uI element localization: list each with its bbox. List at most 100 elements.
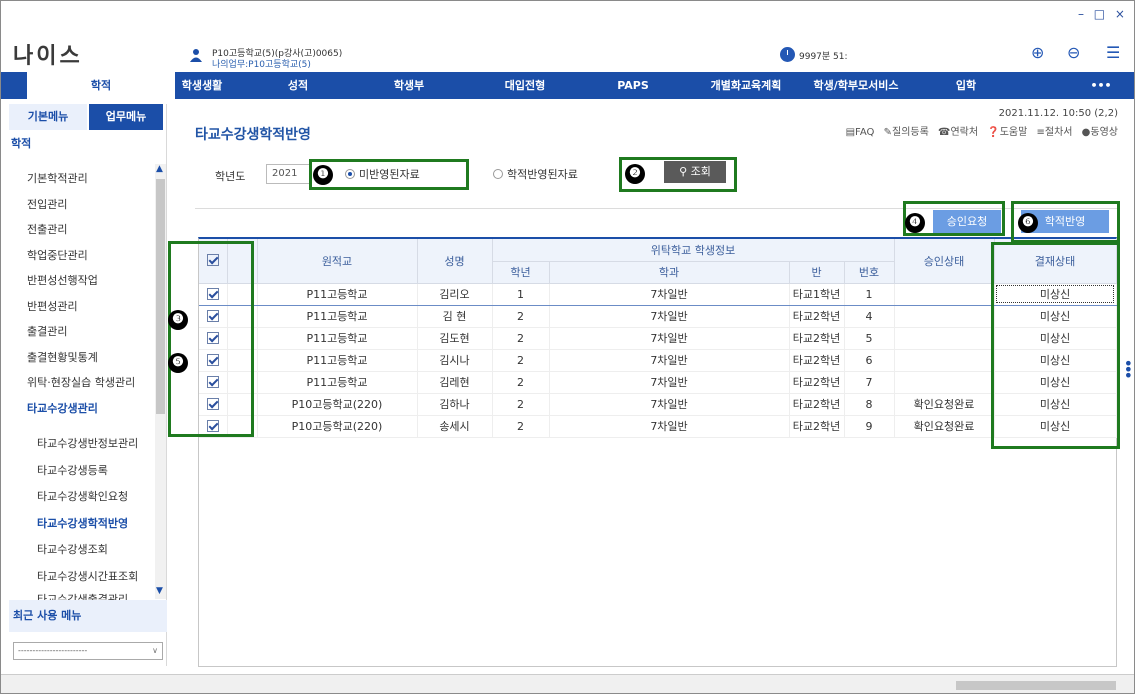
sidebar-item[interactable]: 출결관리 xyxy=(9,319,155,345)
annotation-box-checkboxes xyxy=(168,241,254,437)
faq-link[interactable]: ▤FAQ xyxy=(846,127,875,138)
nav-item-iep[interactable]: 개별화교육계획 xyxy=(701,72,791,99)
submenu-item[interactable]: 타교수강생시간표조회 xyxy=(9,564,155,591)
nav-more-button[interactable]: ••• xyxy=(1081,72,1121,99)
clock-icon xyxy=(780,47,795,62)
submenu-item[interactable]: 타교수강생반정보관리 xyxy=(9,431,155,458)
contact-link[interactable]: ☎연락처 xyxy=(938,127,978,138)
cell-approval xyxy=(894,327,995,350)
cell-dept: 7차일반 xyxy=(549,327,790,350)
table-row[interactable]: P11고등학교 김도현 2 7차일반 타교2학년 5 미상신 xyxy=(199,327,1117,350)
recent-menu-header: 최근 사용 메뉴 xyxy=(9,600,167,632)
recent-menu-select[interactable]: ------------------------ ∨ xyxy=(13,642,163,660)
cell-grade: 1 xyxy=(492,283,550,306)
submenu-item[interactable]: 타교수강생등록 xyxy=(9,458,155,485)
cell-name: 김리오 xyxy=(417,283,493,306)
cell-dept: 7차일반 xyxy=(549,393,790,416)
sidebar: 기본메뉴 업무메뉴 학적 기본학적관리 전입관리 전출관리 학업중단관리 반편성… xyxy=(9,104,167,666)
zoom-out-icon[interactable]: ⊖ xyxy=(1067,43,1080,62)
sidebar-item-transfer-students[interactable]: 타교수강생관리 xyxy=(9,396,155,422)
header-num: 번호 xyxy=(844,261,895,284)
scroll-down-icon[interactable]: ▼ xyxy=(156,586,163,596)
cell-name: 김시나 xyxy=(417,349,493,372)
sidebar-item[interactable]: 전입관리 xyxy=(9,192,155,218)
side-handle-icon[interactable]: • • • xyxy=(1124,356,1133,384)
nav-item-student-life[interactable]: 학생생활 xyxy=(171,72,233,99)
cell-school: P11고등학교 xyxy=(257,371,418,394)
sidebar-item[interactable]: 위탁·현장실습 학생관리 xyxy=(9,370,155,396)
year-input[interactable]: 2021 xyxy=(266,164,311,184)
question-link[interactable]: ✎질의등록 xyxy=(884,127,929,138)
current-task[interactable]: 나의업무:P10고등학교(5) xyxy=(212,57,311,70)
zoom-in-icon[interactable]: ⊕ xyxy=(1031,43,1044,62)
nav-item-admission[interactable]: 입학 xyxy=(941,72,991,99)
procedure-link[interactable]: ≡절차서 xyxy=(1037,127,1073,138)
horizontal-scrollbar[interactable] xyxy=(1,674,1134,693)
sidebar-category[interactable]: 학적 xyxy=(9,134,169,154)
header-class: 반 xyxy=(789,261,845,284)
cell-class: 타교2학년 xyxy=(789,349,845,372)
submenu-item[interactable]: 타교수강생확인요청 xyxy=(9,484,155,511)
radio-reflected[interactable]: 학적반영된자료 xyxy=(493,166,578,182)
cell-approval xyxy=(894,371,995,394)
cell-class: 타교1학년 xyxy=(789,283,845,306)
nav-item-academic[interactable]: 학적 xyxy=(27,72,175,99)
cell-class: 타교2학년 xyxy=(789,371,845,394)
cell-name: 김도현 xyxy=(417,327,493,350)
cell-num: 7 xyxy=(844,371,895,394)
cell-grade: 2 xyxy=(492,415,550,438)
help-toolbar: ▤FAQ ✎질의등록 ☎연락처 ❓도움말 ≡절차서 ●동영상 xyxy=(840,123,1118,138)
session-timer: 9997분 51: xyxy=(799,52,848,62)
cell-class: 타교2학년 xyxy=(789,327,845,350)
cell-grade: 2 xyxy=(492,349,550,372)
cell-dept: 7차일반 xyxy=(549,349,790,372)
help-link[interactable]: ❓도움말 xyxy=(987,127,1027,138)
sidebar-item[interactable]: 반편성선행작업 xyxy=(9,268,155,294)
submenu-item-current[interactable]: 타교수강생학적반영 xyxy=(9,511,155,538)
scroll-up-icon[interactable]: ▲ xyxy=(156,164,163,174)
chevron-down-icon: ∨ xyxy=(152,646,158,655)
sidebar-item[interactable]: 학업중단관리 xyxy=(9,243,155,269)
top-navigation: 학적 학생생활 성적 학생부 대입전형 PAPS 개별화교육계획 학생/학부모서… xyxy=(1,72,1134,99)
student-table: 원적교 성명 위탁학교 학생정보 승인상태 결재상태 학년 학과 반 번호 P1… xyxy=(198,237,1117,667)
submenu-item[interactable]: 타교수강생조회 xyxy=(9,537,155,564)
tab-basic-menu[interactable]: 기본메뉴 xyxy=(9,104,87,130)
header-group: 위탁학교 학생정보 xyxy=(492,239,895,262)
nav-item-paps[interactable]: PAPS xyxy=(605,72,661,99)
tab-work-menu[interactable]: 업무메뉴 xyxy=(89,104,163,130)
sidebar-item[interactable]: 출결현황및통계 xyxy=(9,345,155,371)
sidebar-scroll-thumb[interactable] xyxy=(156,179,165,414)
nav-item-records[interactable]: 학생부 xyxy=(381,72,437,99)
cell-num: 4 xyxy=(844,305,895,328)
nav-item-grades[interactable]: 성적 xyxy=(273,72,323,99)
window-controls[interactable]: – □ × xyxy=(1078,7,1128,21)
cell-school: P10고등학교(220) xyxy=(257,393,418,416)
table-row[interactable]: P10고등학교(220) 송세시 2 7차일반 타교2학년 9 확인요청완료 미상신 xyxy=(199,415,1117,438)
header-school: 원적교 xyxy=(257,239,418,284)
cell-grade: 2 xyxy=(492,327,550,350)
table-row[interactable]: P11고등학교 김레현 2 7차일반 타교2학년 7 미상신 xyxy=(199,371,1117,394)
sidebar-item[interactable]: 전출관리 xyxy=(9,217,155,243)
cell-school: P10고등학교(220) xyxy=(257,415,418,438)
sidebar-item[interactable]: 반편성관리 xyxy=(9,294,155,320)
table-row[interactable]: P11고등학교 김리오 1 7차일반 타교1학년 1 미상신 xyxy=(199,283,1117,306)
cell-num: 6 xyxy=(844,349,895,372)
cell-school: P11고등학교 xyxy=(257,349,418,372)
horizontal-scroll-thumb[interactable] xyxy=(956,681,1116,690)
video-link[interactable]: ●동영상 xyxy=(1082,127,1118,138)
cell-school: P11고등학교 xyxy=(257,283,418,306)
cell-approval: 확인요청완료 xyxy=(894,415,995,438)
step-badge-3: ❸ xyxy=(168,310,188,330)
table-row[interactable]: P11고등학교 김시나 2 7차일반 타교2학년 6 미상신 xyxy=(199,349,1117,372)
table-row[interactable]: P10고등학교(220) 김하나 2 7차일반 타교2학년 8 확인요청완료 미상신 xyxy=(199,393,1117,416)
table-row[interactable]: P11고등학교 김 현 2 7차일반 타교2학년 4 미상신 xyxy=(199,305,1117,328)
cell-num: 5 xyxy=(844,327,895,350)
annotation-box-radio xyxy=(309,159,469,190)
nav-item-admission-exam[interactable]: 대입전형 xyxy=(494,72,556,99)
nav-item-parent-service[interactable]: 학생/학부모서비스 xyxy=(801,72,911,99)
sidebar-item[interactable]: 기본학적관리 xyxy=(9,166,155,192)
year-label: 학년도 xyxy=(215,170,246,183)
menu-icon[interactable]: ☰ xyxy=(1106,43,1120,62)
header-approval: 승인상태 xyxy=(894,239,995,284)
user-icon xyxy=(190,49,202,62)
